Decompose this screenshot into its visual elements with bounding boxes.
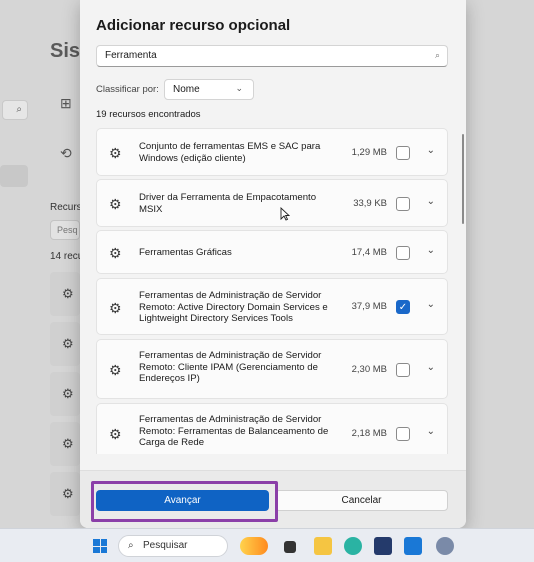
feature-name: Ferramentas de Administração de Servidor… — [139, 350, 322, 384]
taskbar: ⌕ Pesquisar — [0, 528, 534, 562]
feature-size: 2,18 MB — [351, 428, 387, 439]
feature-checkbox[interactable] — [396, 146, 410, 160]
folder-icon[interactable] — [314, 537, 332, 555]
feature-item[interactable]: ⚙ Ferramentas de Administração de Servid… — [96, 339, 448, 399]
search-icon: ⌕ — [128, 540, 134, 551]
search-icon: ⌕ — [434, 50, 440, 60]
puzzle-icon: ⚙ — [109, 426, 122, 442]
feature-name: Conjunto de ferramentas EMS e SAC para W… — [139, 141, 321, 164]
feature-name: Driver da Ferramenta de Empacotamento MS… — [139, 192, 317, 215]
chevron-down-icon[interactable]: ⌄ — [427, 362, 435, 373]
search-icon: ⌕ — [16, 104, 22, 115]
search-input-value: Ferramenta — [105, 50, 157, 61]
installed-feature-card[interactable]: ⚙ — [50, 472, 80, 516]
apps-icon: ⊞ — [60, 95, 72, 111]
windows-start-icon[interactable] — [93, 539, 107, 553]
puzzle-icon: ⚙ — [109, 245, 122, 261]
feature-checkbox-checked[interactable]: ✓ — [396, 300, 410, 314]
history-icon: ⟲ — [60, 145, 72, 161]
edge-icon[interactable] — [344, 537, 362, 555]
chevron-down-icon[interactable]: ⌄ — [427, 299, 435, 310]
feature-item[interactable]: ⚙ Conjunto de ferramentas EMS e SAC para… — [96, 128, 448, 176]
puzzle-icon: ⚙ — [109, 362, 122, 378]
puzzle-icon: ⚙ — [109, 196, 122, 212]
taskbar-search-placeholder: Pesquisar — [143, 540, 188, 551]
feature-checkbox[interactable] — [396, 427, 410, 441]
sort-label: Classificar por: — [96, 84, 159, 95]
puzzle-icon: ⚙ — [62, 386, 74, 401]
puzzle-icon: ⚙ — [62, 336, 74, 351]
chevron-down-icon: ⌄ — [235, 83, 243, 93]
installed-feature-card[interactable]: ⚙ — [50, 272, 80, 316]
feature-name: Ferramentas de Administração de Servidor… — [139, 290, 328, 324]
feature-name: Ferramentas Gráficas — [139, 247, 232, 258]
feature-checkbox[interactable] — [396, 246, 410, 260]
feature-item[interactable]: ⚙ Ferramentas de Administração de Servid… — [96, 278, 448, 335]
feature-name: Ferramentas de Administração de Servidor… — [139, 414, 329, 448]
sort-dropdown[interactable]: Nome ⌄ — [164, 79, 254, 100]
feature-item[interactable]: ⚙ Ferramentas de Administração de Servid… — [96, 403, 448, 454]
sort-value: Nome — [173, 84, 200, 95]
feature-size: 33,9 KB — [353, 198, 387, 209]
installed-feature-card[interactable]: ⚙ — [50, 372, 80, 416]
cancel-button[interactable]: Cancelar — [275, 490, 448, 511]
chevron-down-icon[interactable]: ⌄ — [427, 245, 435, 256]
feature-size: 2,30 MB — [351, 364, 387, 375]
taskbar-search[interactable]: ⌕ Pesquisar — [118, 535, 228, 557]
settings-search-box[interactable]: ⌕ — [2, 100, 28, 120]
puzzle-icon: ⚙ — [62, 436, 74, 451]
feature-item[interactable]: ⚙ Ferramentas Gráficas 17,4 MB ⌄ — [96, 230, 448, 274]
flame-icon[interactable] — [240, 537, 268, 555]
installed-features-search[interactable]: Pesq — [50, 220, 80, 240]
feature-size: 17,4 MB — [351, 247, 387, 258]
list-scrollbar[interactable] — [462, 134, 464, 224]
next-button-highlight — [91, 481, 278, 522]
feature-checkbox[interactable] — [396, 197, 410, 211]
installed-features-label: Recurs — [50, 202, 82, 213]
feature-size: 37,9 MB — [351, 301, 387, 312]
dialog-title: Adicionar recurso opcional — [96, 17, 291, 34]
feature-search-input[interactable]: Ferramenta ⌕ — [96, 45, 448, 67]
chevron-down-icon[interactable]: ⌄ — [427, 426, 435, 437]
feature-checkbox[interactable] — [396, 363, 410, 377]
chevron-down-icon[interactable]: ⌄ — [427, 145, 435, 156]
feature-list: ⚙ Conjunto de ferramentas EMS e SAC para… — [96, 124, 464, 454]
feature-size: 1,29 MB — [351, 147, 387, 158]
result-count: 19 recursos encontrados — [96, 109, 201, 120]
installed-feature-card[interactable]: ⚙ — [50, 322, 80, 366]
chevron-down-icon[interactable]: ⌄ — [427, 196, 435, 207]
installed-feature-card[interactable]: ⚙ — [50, 422, 80, 466]
puzzle-icon: ⚙ — [109, 145, 122, 161]
installed-features-count: 14 recu — [50, 251, 84, 262]
settings-nav-selected[interactable] — [0, 165, 28, 187]
terminal-icon[interactable] — [284, 541, 296, 553]
puzzle-icon: ⚙ — [62, 486, 74, 501]
store-icon[interactable] — [374, 537, 392, 555]
puzzle-icon: ⚙ — [109, 300, 122, 316]
add-optional-feature-dialog: Adicionar recurso opcional Ferramenta ⌕ … — [80, 0, 466, 528]
feature-item[interactable]: ⚙ Driver da Ferramenta de Empacotamento … — [96, 179, 448, 227]
outlook-icon[interactable] — [404, 537, 422, 555]
mouse-cursor-icon — [280, 207, 290, 221]
puzzle-icon: ⚙ — [62, 286, 74, 301]
settings-gear-icon[interactable] — [436, 537, 454, 555]
